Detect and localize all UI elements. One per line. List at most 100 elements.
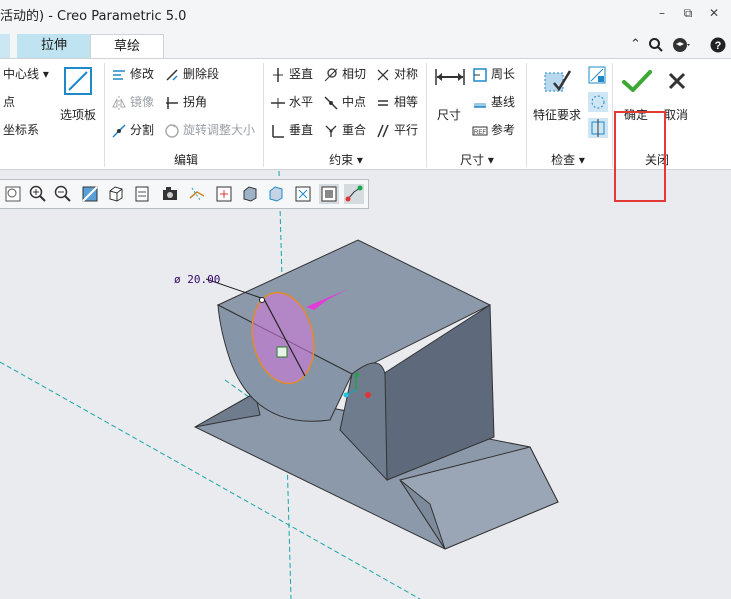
triad-x-dot (343, 392, 349, 398)
palette-icon (64, 67, 92, 95)
horizontal-icon (271, 97, 285, 108)
constraint-display-icon[interactable] (344, 184, 364, 204)
reference-button[interactable]: REF 参考 (472, 120, 515, 140)
parallel-label: 平行 (394, 123, 419, 137)
orient-icon[interactable] (106, 184, 126, 204)
equal-icon (378, 99, 388, 106)
restore-button[interactable]: ⧉ (681, 6, 695, 20)
modify-icon (113, 69, 125, 80)
divide-icon (112, 123, 126, 138)
repaint-icon[interactable] (80, 184, 100, 204)
coordsys-button[interactable]: 坐标系 (3, 120, 39, 140)
ok-button[interactable] (622, 69, 652, 96)
baseline-label: 基线 (491, 95, 516, 109)
symmetric-icon (377, 69, 389, 80)
zoom-in-icon[interactable] (28, 184, 48, 204)
spin-center-icon[interactable] (214, 184, 234, 204)
perpendicular-constraint-button[interactable]: 垂直 (270, 120, 313, 140)
point-button[interactable]: 点 (3, 92, 15, 112)
tangent-constraint-button[interactable]: 相切 (323, 64, 366, 84)
group-divider (612, 63, 613, 167)
ribbon-tabs: 拉伸 草绘 ⌃ ? (0, 30, 731, 58)
tab-extrude[interactable]: 拉伸 (17, 34, 91, 58)
collapse-ribbon-icon[interactable]: ⌃ (630, 37, 641, 52)
inspect-group-label[interactable]: 检查 ▾ (543, 151, 593, 168)
dimension-button[interactable] (434, 67, 466, 90)
midpoint-constraint-button[interactable]: 中点 (323, 92, 366, 112)
display-style-icon[interactable] (266, 184, 286, 204)
equal-constraint-button[interactable]: 相等 (375, 92, 418, 112)
datum-display-icon[interactable] (187, 184, 207, 204)
shading-icon[interactable] (240, 184, 260, 204)
delete-segment-label: 删除段 (183, 67, 220, 81)
point-label: 点 (3, 95, 16, 109)
tangent-label: 相切 (342, 67, 367, 81)
horizontal-label: 水平 (289, 95, 314, 109)
symmetric-constraint-button[interactable]: 对称 (375, 64, 418, 84)
palette-button[interactable] (63, 66, 93, 99)
parallel-constraint-button[interactable]: 平行 (375, 120, 418, 140)
coincident-constraint-button[interactable]: 重合 (323, 120, 366, 140)
modify-label: 修改 (130, 67, 155, 81)
dimension-group-label[interactable]: 尺寸 ▾ (452, 151, 502, 168)
rotate-resize-icon (165, 123, 179, 138)
symmetric-label: 对称 (394, 67, 419, 81)
group-divider (426, 63, 427, 167)
overlap-check-icon[interactable] (588, 66, 606, 87)
sketch-settings-icon[interactable] (293, 184, 313, 204)
coordsys-label: 坐标系 (3, 123, 40, 137)
divide-button[interactable]: 分割 (111, 120, 154, 140)
zoom-out-icon[interactable] (53, 184, 73, 204)
feature-requirements-icon (544, 70, 572, 92)
cancel-button[interactable] (667, 71, 687, 94)
perimeter-button[interactable]: 周长 (472, 64, 515, 84)
reference-label: 参考 (491, 123, 516, 137)
corner-button[interactable]: 拐角 (164, 92, 207, 112)
baseline-icon (474, 102, 486, 108)
group-divider (263, 63, 264, 167)
triad-z-dot (365, 392, 371, 398)
dimension-group-text: 尺寸 (460, 153, 485, 167)
midpoint-icon (324, 95, 338, 110)
tangent-icon (324, 67, 338, 81)
open-ends-check-icon[interactable] (588, 118, 608, 141)
search-icon[interactable] (648, 37, 664, 57)
mirror-button[interactable]: 镜像 (111, 92, 154, 112)
model-view (0, 170, 559, 599)
vertical-label: 竖直 (289, 67, 314, 81)
diameter-endpoint (259, 297, 265, 303)
close-x-icon (668, 72, 686, 90)
tab-sketch[interactable]: 草绘 (90, 34, 164, 58)
community-icon[interactable] (672, 37, 692, 57)
sketch-view-icon[interactable] (319, 184, 339, 204)
group-divider (104, 63, 105, 167)
view-toolbar (0, 179, 369, 209)
midpoint-label: 中点 (342, 95, 367, 109)
close-button[interactable]: ✕ (707, 6, 721, 20)
diameter-dimension[interactable]: ø 20.00 (174, 273, 220, 286)
constrain-group-label[interactable]: 约束 ▾ (318, 151, 374, 168)
corner-icon (166, 96, 178, 109)
zoom-fit-icon[interactable] (3, 184, 23, 204)
tab-edge (0, 34, 10, 58)
minimize-button[interactable]: – (655, 6, 669, 20)
coincident-label: 重合 (342, 123, 367, 137)
corner-label: 拐角 (183, 95, 208, 109)
rotate-resize-button[interactable]: 旋转调整大小 (164, 120, 255, 140)
saved-views-icon[interactable] (133, 184, 153, 204)
constrain-group-text: 约束 (329, 153, 354, 167)
title-bar: 活动的) - Creo Parametric 5.0 – ⧉ ✕ (0, 0, 731, 30)
feature-requirements-button[interactable] (542, 65, 572, 98)
graphics-area[interactable]: ø 20.00 (0, 170, 731, 599)
vertical-constraint-button[interactable]: 竖直 (270, 64, 313, 84)
svg-text:?: ? (715, 40, 722, 52)
horizontal-constraint-button[interactable]: 水平 (270, 92, 313, 112)
help-icon[interactable]: ? (710, 37, 726, 57)
capture-icon[interactable] (160, 184, 180, 204)
centerline-button[interactable]: 中心线 ▾ (3, 64, 49, 84)
modify-button[interactable]: 修改 (111, 64, 154, 84)
dimension-label: 尺寸 (437, 108, 462, 122)
delete-segment-button[interactable]: 删除段 (164, 64, 219, 84)
shade-check-icon[interactable] (588, 92, 608, 115)
baseline-button[interactable]: 基线 (472, 92, 515, 112)
